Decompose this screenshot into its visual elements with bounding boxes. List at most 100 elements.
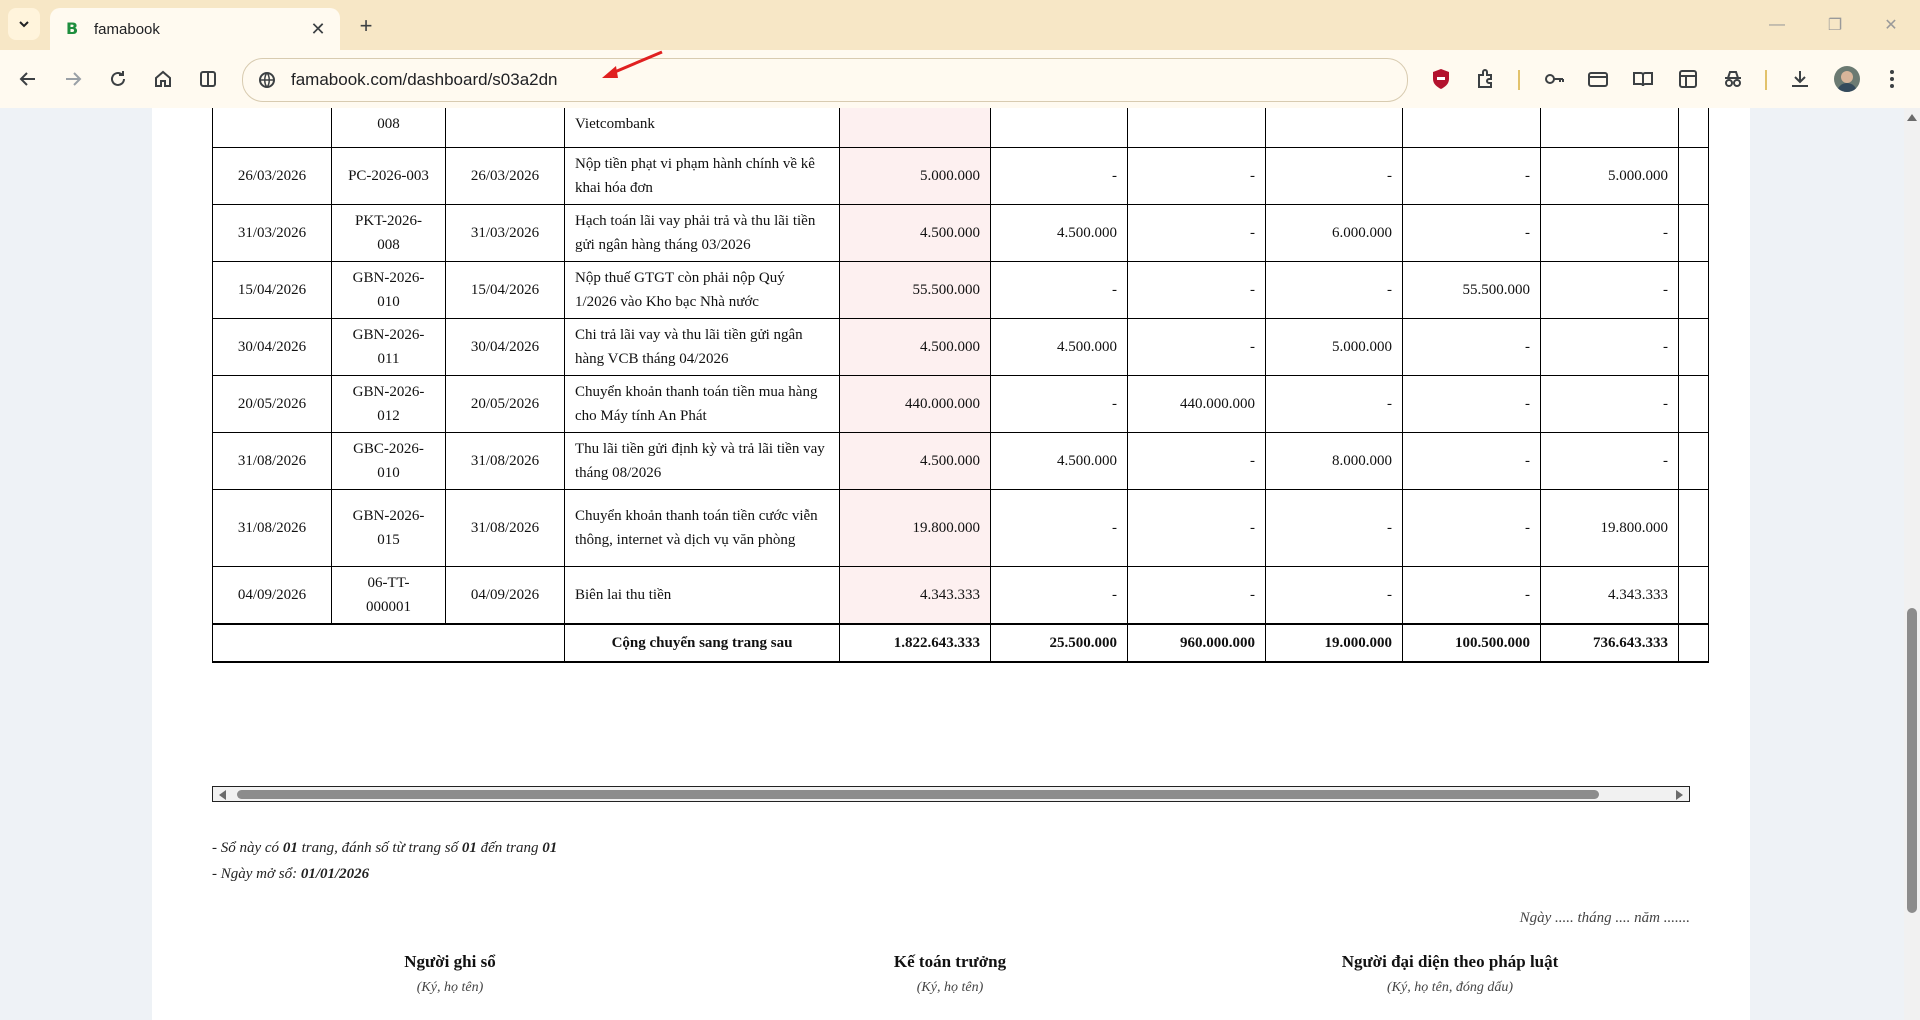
table-row: 20/05/2026 GBN-2026-012 20/05/2026 Chuyển k… <box>212 375 1709 433</box>
more-vert-icon[interactable] <box>1874 62 1910 96</box>
toolbar-separator <box>1765 70 1767 90</box>
cell-amount: 8.000.000 <box>1265 432 1403 490</box>
scroll-left-icon[interactable] <box>219 790 226 800</box>
cell-date: 31/08/2026 <box>212 489 332 567</box>
cell-amount: 4.500.000 <box>839 204 991 262</box>
cell-description: Chuyển khoản thanh toán tiền cước viễn t… <box>564 489 840 567</box>
tab-search-button[interactable] <box>8 8 40 40</box>
cell-amount: 5.000.000 <box>1265 318 1403 376</box>
cell-doc-date <box>445 108 565 148</box>
minimize-icon[interactable]: — <box>1748 0 1806 50</box>
cell-amount <box>839 108 991 148</box>
cell-doc-date: 31/03/2026 <box>445 204 565 262</box>
cell-description: Chi trả lãi vay và thu lãi tiền gửi ngân… <box>564 318 840 376</box>
cell-amount: 440.000.000 <box>1127 375 1266 433</box>
cell-date: 15/04/2026 <box>212 261 332 319</box>
cell-amount: - <box>1127 261 1266 319</box>
cell-amount: - <box>990 489 1128 567</box>
cell-amount: 4.500.000 <box>839 318 991 376</box>
close-icon[interactable]: ✕ <box>304 15 332 43</box>
plus-icon[interactable]: + <box>350 10 382 42</box>
sidebar-icon[interactable] <box>1670 62 1706 96</box>
cell-doc-no: GBN-2026-010 <box>331 261 446 319</box>
restore-icon[interactable]: ❐ <box>1806 0 1864 50</box>
site-info-icon[interactable] <box>255 68 279 92</box>
cell-amount: 5.000.000 <box>1540 147 1679 205</box>
cell-amount: - <box>1402 318 1541 376</box>
window-close-icon[interactable]: ✕ <box>1862 0 1920 50</box>
cell-description: Biên lai thu tiền <box>564 566 840 625</box>
chevron-down-icon <box>19 21 29 28</box>
cell-overflow <box>1678 318 1709 376</box>
cell-amount: 4.500.000 <box>839 432 991 490</box>
cell-amount: - <box>1402 147 1541 205</box>
pages-note: - Sổ này có 01 trang, đánh số từ trang s… <box>212 840 558 856</box>
cell-overflow <box>1678 566 1709 625</box>
cell-amount <box>1265 108 1403 148</box>
cell-description: Chuyển khoản thanh toán tiền mua hàng ch… <box>564 375 840 433</box>
vertical-scroll-thumb[interactable] <box>1907 608 1917 913</box>
cell-amount: 4.343.333 <box>1540 566 1679 625</box>
table-row: 04/09/2026 06-TT-000001 04/09/2026 Biên lai… <box>212 566 1709 625</box>
total-row: Cộng chuyển sang trang sau 1.822.643.333 2… <box>212 623 1709 663</box>
vertical-scrollbar[interactable] <box>1904 108 1920 1020</box>
cell-doc-no: 06-TT-000001 <box>331 566 446 625</box>
active-tab[interactable]: B famabook ✕ <box>50 8 340 50</box>
cell-amount: 6.000.000 <box>1265 204 1403 262</box>
cell-amount: - <box>1127 147 1266 205</box>
download-icon[interactable] <box>1782 62 1818 96</box>
cell-doc-no: GBN-2026-015 <box>331 489 446 567</box>
horizontal-scrollbar[interactable] <box>212 786 1690 802</box>
scroll-up-icon[interactable] <box>1907 114 1917 121</box>
table-row: 15/04/2026 GBN-2026-010 15/04/2026 Nộp thuế… <box>212 261 1709 319</box>
forward-icon[interactable] <box>55 62 91 96</box>
cell-overflow <box>1678 261 1709 319</box>
cell-amount: - <box>1540 204 1679 262</box>
back-icon[interactable] <box>10 62 46 96</box>
cell-amount <box>1540 108 1679 148</box>
cell-date: 30/04/2026 <box>212 318 332 376</box>
cell-amount: 55.500.000 <box>1402 261 1541 319</box>
cell-amount: - <box>1265 375 1403 433</box>
total-amount: 960.000.000 <box>1127 623 1266 663</box>
cell-amount: - <box>1402 375 1541 433</box>
cell-amount: 55.500.000 <box>839 261 991 319</box>
cell-doc-date: 31/08/2026 <box>445 432 565 490</box>
incognito-icon[interactable] <box>1715 62 1751 96</box>
shield-extension-icon[interactable] <box>1423 62 1459 96</box>
profile-avatar[interactable] <box>1834 66 1860 92</box>
cell-doc-no: GBN-2026-012 <box>331 375 446 433</box>
cell-amount: - <box>1402 204 1541 262</box>
cell-amount: - <box>1127 204 1266 262</box>
home-icon[interactable] <box>145 62 181 96</box>
cell-amount: 5.000.000 <box>839 147 991 205</box>
horizontal-scroll-thumb[interactable] <box>237 790 1599 799</box>
reload-icon[interactable] <box>100 62 136 96</box>
cell-doc-date: 20/05/2026 <box>445 375 565 433</box>
cell-date: 04/09/2026 <box>212 566 332 625</box>
extensions-icon[interactable] <box>1468 62 1504 96</box>
cell-doc-date: 04/09/2026 <box>445 566 565 625</box>
signature-date-line: Ngày ..... tháng .... năm ....... <box>1519 910 1690 926</box>
cell-amount: - <box>1540 261 1679 319</box>
total-blank-cell <box>212 623 565 663</box>
reading-mode-icon[interactable] <box>1625 62 1661 96</box>
address-bar[interactable]: famabook.com/dashboard/s03a2dn <box>242 58 1408 102</box>
cell-doc-date: 30/04/2026 <box>445 318 565 376</box>
cell-overflow <box>1678 623 1709 663</box>
cell-amount: 4.500.000 <box>990 432 1128 490</box>
card-icon[interactable] <box>1580 62 1616 96</box>
cell-doc-no: 008 <box>331 108 446 148</box>
signature-legal-representative: Người đại diện theo pháp luật (Ký, họ tê… <box>1341 952 1559 995</box>
cell-description: Vietcombank <box>564 108 840 148</box>
cell-description: Nộp thuế GTGT còn phải nộp Quý 1/2026 và… <box>564 261 840 319</box>
scroll-right-icon[interactable] <box>1676 790 1683 800</box>
split-view-icon[interactable] <box>190 62 226 96</box>
cell-date: 31/03/2026 <box>212 204 332 262</box>
key-icon[interactable] <box>1536 62 1572 96</box>
cell-doc-date: 15/04/2026 <box>445 261 565 319</box>
browser-toolbar: famabook.com/dashboard/s03a2dn <box>0 50 1920 108</box>
tab-strip: B famabook ✕ + — ❐ ✕ <box>0 0 1920 50</box>
famabook-favicon-icon: B <box>66 19 79 38</box>
cell-amount: - <box>1265 261 1403 319</box>
